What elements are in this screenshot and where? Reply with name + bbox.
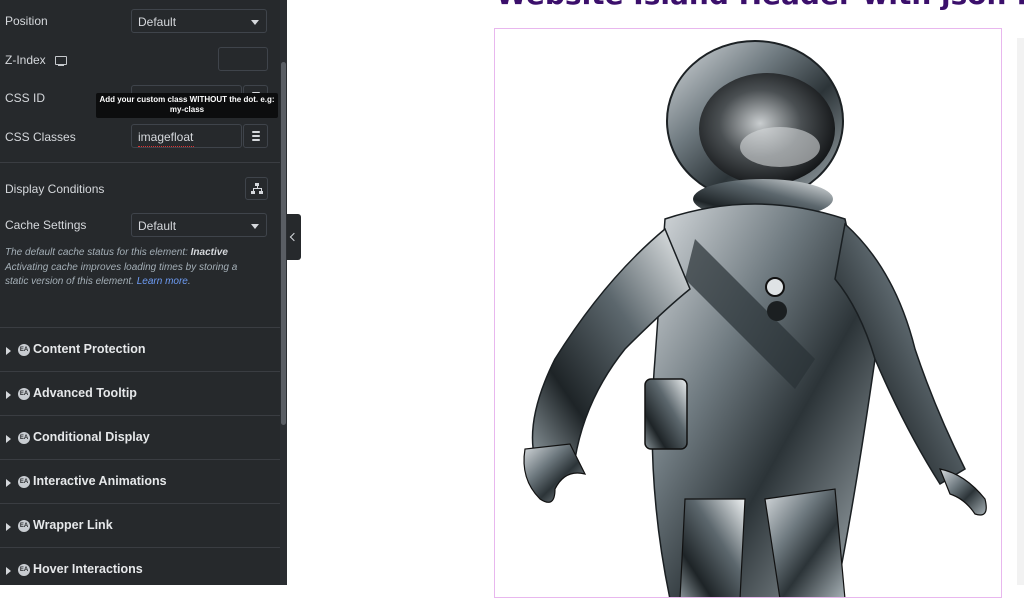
section-conditional-display[interactable]: EA Conditional Display <box>0 415 280 459</box>
cssclasses-value: imagefloat <box>138 130 194 144</box>
panel-scrollbar-thumb[interactable] <box>281 62 286 425</box>
caret-right-icon <box>6 479 11 487</box>
zindex-label: Z-Index <box>5 53 46 67</box>
cache-help-text: The default cache status for this elemen… <box>5 246 251 290</box>
section-content-protection[interactable]: EA Content Protection <box>0 327 280 371</box>
css-class-tooltip: Add your custom class WITHOUT the dot. e… <box>96 93 278 118</box>
caret-right-icon <box>6 391 11 399</box>
spellcheck-underline <box>138 144 194 147</box>
caret-right-icon <box>6 567 11 575</box>
section-title: Conditional Display <box>33 430 150 444</box>
cache-settings-row: Cache Settings Default <box>0 212 280 238</box>
section-title: Interactive Animations <box>33 474 167 488</box>
section-hover-interactions[interactable]: EA Hover Interactions <box>0 547 280 585</box>
section-title: Advanced Tooltip <box>33 386 137 400</box>
display-conditions-label: Display Conditions <box>5 182 105 196</box>
cssid-label: CSS ID <box>5 91 46 105</box>
section-title: Content Protection <box>33 342 146 356</box>
cache-help-prefix: The default cache status for this elemen… <box>5 247 191 258</box>
page-heading: Website Island Header with json file <box>496 0 1024 11</box>
desktop-icon[interactable] <box>55 56 67 66</box>
zindex-input[interactable] <box>218 47 268 71</box>
chevron-down-icon <box>251 224 259 229</box>
cache-settings-value: Default <box>138 219 177 233</box>
cache-help-suffix: . <box>187 276 191 287</box>
cssclasses-input[interactable]: imagefloat <box>131 124 242 148</box>
section-interactive-animations[interactable]: EA Interactive Animations <box>0 459 280 503</box>
section-advanced-tooltip[interactable]: EA Advanced Tooltip <box>0 371 280 415</box>
panel-scrollbar[interactable] <box>280 0 287 585</box>
chevron-left-icon <box>289 232 299 242</box>
ea-badge-icon: EA <box>18 432 30 444</box>
cssclasses-row: CSS Classes imagefloat <box>0 124 280 150</box>
display-conditions-button[interactable] <box>245 177 268 200</box>
divider <box>0 162 280 163</box>
ea-badge-icon: EA <box>18 476 30 488</box>
cache-help-body: Activating cache improves loading times … <box>5 261 238 288</box>
section-title: Wrapper Link <box>33 518 113 532</box>
cssclasses-label: CSS Classes <box>5 130 76 144</box>
position-row: Position Default <box>0 8 280 34</box>
preview-canvas: Website Island Header with json file <box>301 0 1024 598</box>
chevron-down-icon <box>251 20 259 25</box>
sitemap-icon <box>251 183 263 195</box>
collapse-panel-button[interactable] <box>287 214 301 260</box>
position-value: Default <box>138 15 177 29</box>
position-select[interactable]: Default <box>131 9 267 33</box>
cssclasses-dynamic-button[interactable] <box>243 124 268 148</box>
astronaut-image[interactable] <box>494 28 1002 598</box>
section-wrapper-link[interactable]: EA Wrapper Link <box>0 503 280 547</box>
display-conditions-row: Display Conditions <box>0 176 280 202</box>
cache-settings-select[interactable]: Default <box>131 213 267 237</box>
learn-more-link[interactable]: Learn more <box>137 276 188 287</box>
editor-panel: Position Default Z-Index CSS ID CSS Clas… <box>0 0 287 585</box>
caret-right-icon <box>6 435 11 443</box>
caret-right-icon <box>6 523 11 531</box>
ea-badge-icon: EA <box>18 564 30 576</box>
caret-right-icon <box>6 347 11 355</box>
cache-settings-label: Cache Settings <box>5 218 87 232</box>
zindex-row: Z-Index <box>0 47 280 73</box>
ea-badge-icon: EA <box>18 344 30 356</box>
ea-badge-icon: EA <box>18 388 30 400</box>
section-title: Hover Interactions <box>33 562 143 576</box>
canvas-scrollbar[interactable] <box>1017 38 1024 585</box>
position-label: Position <box>5 14 48 28</box>
cache-status: Inactive <box>190 247 228 258</box>
ea-badge-icon: EA <box>18 520 30 532</box>
database-icon <box>252 131 260 142</box>
astronaut-illustration <box>523 40 987 597</box>
